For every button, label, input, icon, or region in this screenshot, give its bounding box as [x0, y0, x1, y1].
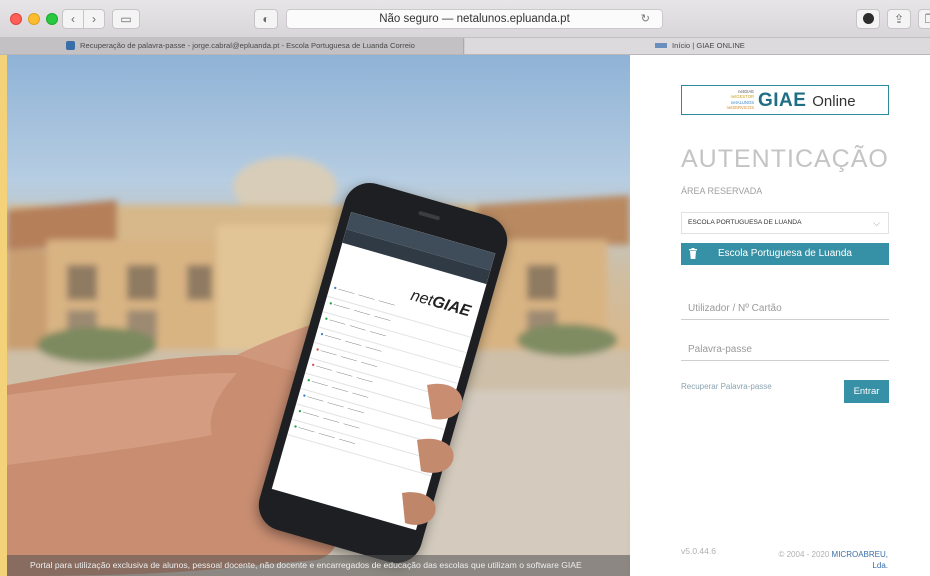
mail-favicon-icon: [66, 41, 75, 50]
recover-password-link[interactable]: Recuperar Palavra-passe: [681, 382, 772, 391]
company-link[interactable]: MICROABREU,: [832, 550, 888, 559]
fingers-illustration: [402, 383, 463, 525]
trash-icon: [689, 248, 697, 259]
page-title: AUTENTICAÇÃO: [681, 145, 889, 173]
address-bar[interactable]: Não seguro — netalunos.epluanda.pt ↻: [286, 9, 663, 29]
username-input[interactable]: [681, 298, 889, 320]
zoom-window-button[interactable]: [46, 13, 58, 25]
shield-icon: ◐: [262, 12, 270, 26]
login-button[interactable]: Entrar: [844, 380, 889, 403]
close-window-button[interactable]: [10, 13, 22, 25]
sidebar-icon: ▭: [120, 12, 132, 26]
minimize-window-button[interactable]: [28, 13, 40, 25]
logo-brand-suffix: Online: [812, 93, 856, 110]
back-button[interactable]: ‹: [62, 9, 84, 29]
login-panel: netGIAE netGESTOR netALUNOS netSERVICOS …: [630, 55, 930, 576]
copyright: © 2004 - 2020 MICROABREU, Lda.: [748, 549, 888, 571]
logo-brand-main: GIAE: [758, 90, 807, 111]
school-select-value: ESCOLA PORTUGUESA DE LUANDA: [688, 219, 802, 226]
stack-item: netSERVICOS: [726, 104, 754, 110]
area-label: ÁREA RESERVADA: [681, 186, 763, 196]
school-select[interactable]: ESCOLA PORTUGUESA DE LUANDA ⌵: [681, 212, 889, 234]
chevron-right-icon: ›: [92, 12, 96, 26]
forward-button[interactable]: ›: [83, 9, 105, 29]
logo-brand: GIAE Online: [758, 90, 856, 112]
tab-giae[interactable]: Início | GIAE ONLINE: [465, 38, 930, 54]
version-label: v5.0.44.6: [681, 546, 716, 556]
school-button-label: Escola Portuguesa de Luanda: [718, 248, 852, 259]
company-suffix: Lda.: [872, 561, 888, 570]
tab-label: Recuperação de palavra-passe - jorge.cab…: [80, 41, 415, 50]
chevron-down-icon: ⌵: [873, 218, 880, 228]
tabs-icon: ❐: [924, 12, 930, 26]
browser-toolbar: ‹ › ▭ ◐ Não seguro — netalunos.epluanda.…: [0, 0, 930, 38]
product-stack: netGIAE netGESTOR netALUNOS netSERVICOS: [720, 89, 754, 110]
tab-mail[interactable]: Recuperação de palavra-passe - jorge.cab…: [0, 38, 464, 54]
giae-favicon-icon: [655, 43, 667, 48]
school-button[interactable]: Escola Portuguesa de Luanda: [681, 243, 889, 265]
copyright-prefix: © 2004 - 2020: [778, 550, 830, 559]
tab-overview-button[interactable]: ❐: [918, 9, 930, 29]
downloads-button[interactable]: [856, 9, 880, 29]
share-button[interactable]: ⇪: [887, 9, 911, 29]
hero-image: netGIAE ● ——— ——— ——— ● ——— ——— ——— ● ——…: [7, 55, 630, 576]
chevron-left-icon: ‹: [71, 12, 75, 26]
hero-caption: Portal para utilização exclusiva de alun…: [7, 555, 630, 576]
tab-label: Início | GIAE ONLINE: [672, 41, 745, 50]
download-icon: [862, 13, 874, 24]
privacy-report-button[interactable]: ◐: [254, 9, 278, 29]
password-input[interactable]: [681, 339, 889, 361]
giae-online-logo: netGIAE netGESTOR netALUNOS netSERVICOS …: [681, 85, 889, 115]
reload-icon[interactable]: ↻: [641, 10, 650, 28]
sidebar-toggle-button[interactable]: ▭: [112, 9, 140, 29]
tab-bar: Recuperação de palavra-passe - jorge.cab…: [0, 38, 930, 55]
address-text: Não seguro — netalunos.epluanda.pt: [379, 13, 570, 25]
share-icon: ⇪: [893, 12, 905, 26]
